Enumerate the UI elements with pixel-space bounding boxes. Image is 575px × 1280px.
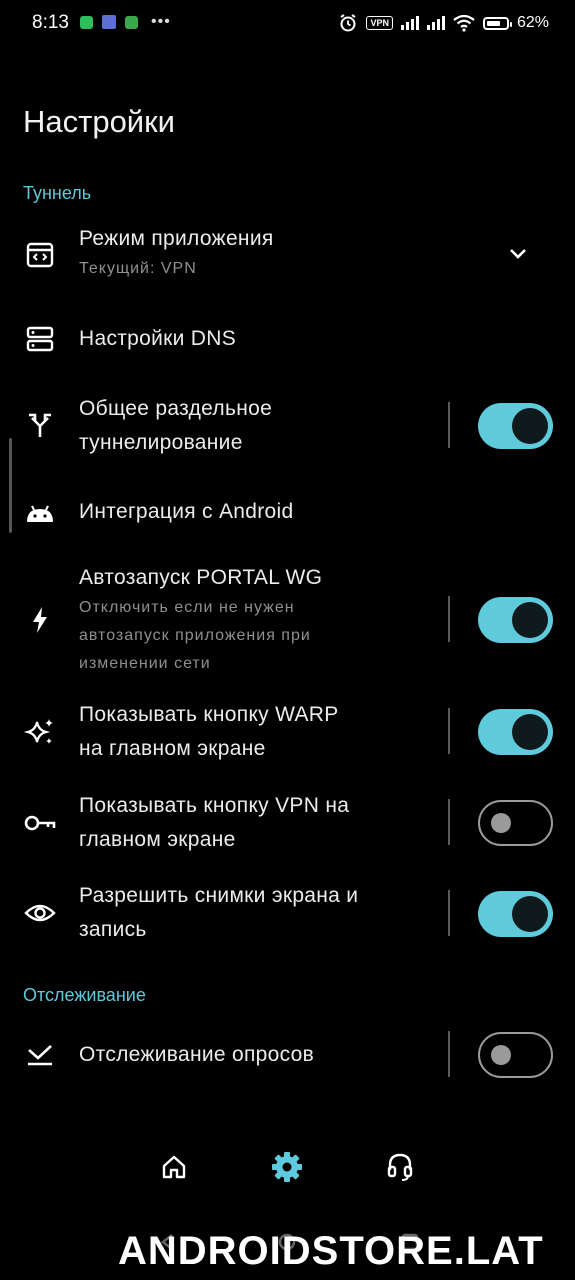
vpn-status-icon: VPN (366, 16, 393, 30)
whatsapp-icon (80, 15, 93, 29)
row-divider (448, 890, 450, 936)
row-subtitle: Текущий: VPN (79, 260, 197, 277)
screenshots-toggle[interactable] (478, 891, 553, 937)
section-header-tracking: Отслеживание (23, 985, 146, 1005)
row-title: Автозапуск PORTAL WG (79, 566, 323, 589)
toggle-knob (491, 813, 511, 833)
scroll-indicator (9, 438, 12, 533)
chevron-down-icon[interactable] (506, 242, 530, 266)
row-title: Отслеживание опросов (79, 1043, 315, 1066)
warp-button-toggle[interactable] (478, 709, 553, 755)
row-title-line2: главном экране (79, 828, 236, 851)
wifi-icon (453, 14, 475, 32)
sparkles-icon (23, 715, 57, 749)
row-subtitle-line2: автозапуск приложения при (79, 627, 311, 644)
split-tunnel-toggle[interactable] (478, 403, 553, 449)
signal-icon-2 (426, 16, 445, 30)
more-notifications-icon: ••• (151, 13, 171, 30)
row-divider (448, 799, 450, 845)
status-bar: 8:13 ••• VPN 62% (0, 0, 575, 48)
vpn-button-toggle[interactable] (478, 800, 553, 846)
bolt-icon (23, 603, 57, 637)
watermark: ANDROIDSTORE.LAT (118, 1229, 544, 1273)
battery-icon (482, 16, 512, 30)
page-title: Настройки (23, 104, 176, 139)
alarm-icon (340, 14, 357, 32)
app-notification-icon-2 (125, 15, 138, 29)
row-title-line1: Разрешить снимки экрана и (79, 884, 359, 907)
toggle-knob (512, 896, 548, 932)
section-header-tunnel: Туннель (23, 183, 92, 203)
home-icon[interactable] (157, 1150, 191, 1184)
toggle-knob (512, 602, 548, 638)
notification-icons: ••• (80, 13, 171, 30)
row-subtitle-line3: изменении сети (79, 655, 211, 672)
row-title-line1: Показывать кнопку WARP (79, 703, 339, 726)
ping-tracking-toggle[interactable] (478, 1032, 553, 1078)
system-status-icons: VPN 62% (338, 13, 549, 33)
dns-server-icon (23, 322, 57, 356)
row-divider (448, 596, 450, 642)
row-title: Режим приложения (79, 227, 274, 250)
row-divider (448, 708, 450, 754)
row-divider (448, 1031, 450, 1077)
row-divider (448, 402, 450, 448)
status-time: 8:13 (32, 12, 69, 33)
code-window-icon (23, 238, 57, 272)
eye-icon (23, 896, 57, 930)
key-icon (23, 806, 57, 840)
headset-icon[interactable] (383, 1150, 417, 1184)
row-title-line2: запись (79, 918, 147, 941)
autostart-toggle[interactable] (478, 597, 553, 643)
row-title-line2: туннелирование (79, 431, 243, 454)
battery-level: 62% (516, 14, 549, 31)
row-title-line1: Показывать кнопку VPN на (79, 794, 350, 817)
signal-icon (400, 16, 419, 30)
toggle-knob (512, 714, 548, 750)
gear-icon[interactable] (270, 1150, 304, 1184)
toggle-knob (512, 408, 548, 444)
row-title: Интеграция с Android (79, 500, 294, 523)
row-title: Настройки DNS (79, 327, 237, 350)
call-split-icon (23, 408, 57, 442)
download-done-icon (23, 1038, 57, 1072)
row-subtitle-line1: Отключить если не нужен (79, 599, 295, 616)
android-icon (23, 496, 57, 530)
row-title-line1: Общее раздельное (79, 397, 273, 420)
row-title-line2: на главном экране (79, 737, 266, 760)
app-notification-icon (102, 15, 116, 29)
toggle-knob (491, 1045, 511, 1065)
